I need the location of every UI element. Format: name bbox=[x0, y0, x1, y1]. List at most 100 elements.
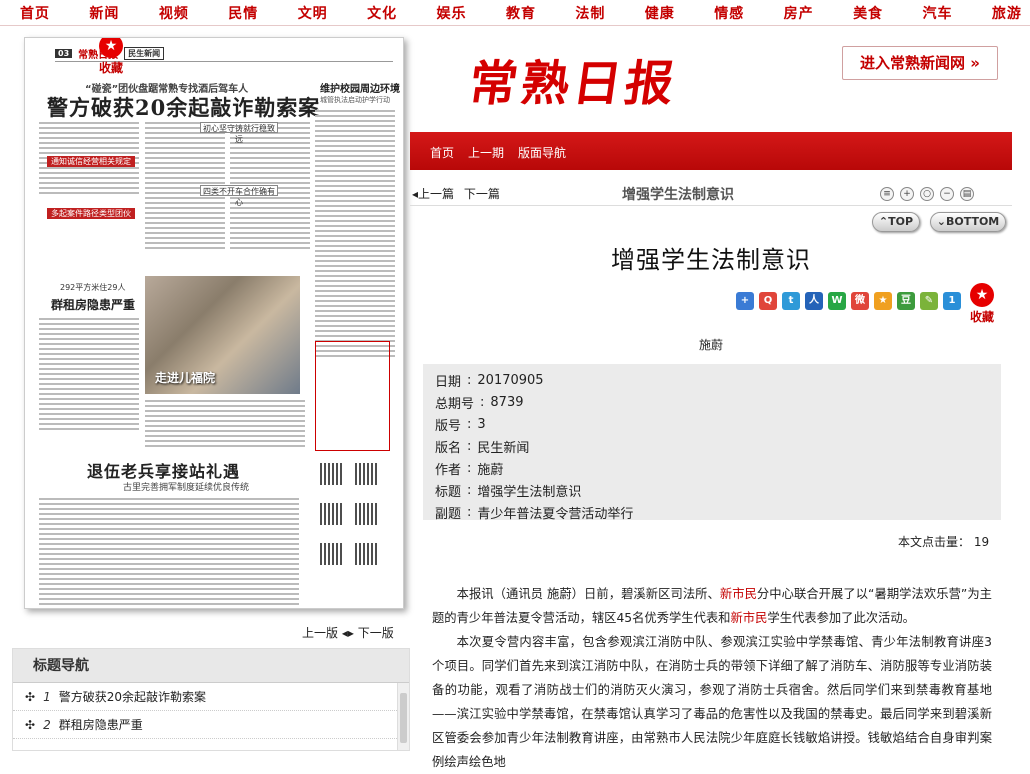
paper-favorite-button[interactable]: ★ 收藏 bbox=[89, 38, 133, 76]
share-feed-icon[interactable]: ✎ bbox=[920, 292, 938, 310]
paragraph-text: 本报讯（通讯员 施蔚）日前，碧溪新区司法所、 bbox=[456, 587, 720, 601]
share-qzone-icon[interactable]: Q bbox=[759, 292, 777, 310]
site-logo[interactable]: 常熟日报 bbox=[465, 44, 683, 114]
share-star-icon[interactable]: ★ bbox=[874, 292, 892, 310]
paper-text-block bbox=[145, 400, 305, 450]
topic-title[interactable]: 警方破获20余起敲诈勒索案 bbox=[59, 683, 206, 711]
share-wechat-icon[interactable]: W bbox=[828, 292, 846, 310]
share-more-icon[interactable]: + bbox=[736, 292, 754, 310]
meta-row: 日期:20170905 bbox=[435, 372, 544, 390]
article-paragraph: 本次夏令营内容丰富，包含参观滨江消防中队、参观滨江实验中学禁毒馆、青少年法制教育… bbox=[432, 635, 992, 769]
paper-photo[interactable]: 走进儿福院 bbox=[145, 276, 300, 394]
meta-value: 民生新闻 bbox=[477, 440, 530, 456]
scroll-top-button[interactable]: ⌃TOP bbox=[872, 212, 920, 232]
article-favorite-button[interactable]: ★ 收藏 bbox=[960, 283, 1004, 325]
paper-page-number: 03 bbox=[55, 49, 73, 58]
top-nav: 首页 新闻 视频 民情 文明 文化 娱乐 教育 法制 健康 情感 房产 美食 汽… bbox=[0, 0, 1030, 26]
top-nav-entertainment[interactable]: 娱乐 bbox=[437, 3, 467, 23]
newspaper-page-image[interactable]: 03 常熟日报 民生新闻 ★ 收藏 “碰瓷”团伙盘踞常熟专找酒后驾车人 警方破获… bbox=[24, 37, 404, 609]
topic-item[interactable]: ✣ 2 群租房隐患严重 bbox=[13, 711, 409, 739]
top-nav-home[interactable]: 首页 bbox=[20, 3, 50, 23]
meta-key: 总期号 bbox=[435, 396, 475, 412]
photo-caption: 走进儿福院 bbox=[155, 371, 216, 385]
meta-value: 20170905 bbox=[477, 372, 544, 388]
topic-item[interactable]: ✣ 1 警方破获20余起敲诈勒索案 bbox=[13, 683, 409, 711]
qr-code-icon bbox=[355, 503, 377, 525]
meta-key: 标题 bbox=[435, 484, 462, 500]
paper-right-sub: 城管执法启动护学行动 bbox=[320, 96, 390, 104]
meta-key: 版号 bbox=[435, 418, 462, 434]
top-nav-people[interactable]: 民情 bbox=[228, 3, 258, 23]
paper-right-column: 维护校园周边环境 城管执法启动护学行动 bbox=[320, 80, 400, 105]
top-nav-food[interactable]: 美食 bbox=[853, 3, 883, 23]
bullet-icon: ✣ bbox=[25, 689, 36, 704]
paper-text-block bbox=[315, 110, 395, 360]
article-breadcrumb: 增强学生法制意识 bbox=[622, 186, 734, 203]
favorite-label: 收藏 bbox=[969, 310, 994, 324]
red-nav-home[interactable]: 首页 bbox=[430, 144, 454, 161]
red-nav-prev-issue[interactable]: 上一期 bbox=[468, 144, 504, 161]
paper-side-title[interactable]: 群租房隐患严重 bbox=[51, 296, 135, 313]
article-toolbar: ◂上一篇 下一篇 增强学生法制意识 ≡ + ○ − ▤ bbox=[410, 182, 1012, 206]
share-douban-icon[interactable]: 豆 bbox=[897, 292, 915, 310]
red-nav-bar: 首页 上一期 版面导航 bbox=[410, 132, 1012, 170]
top-nav-health[interactable]: 健康 bbox=[645, 3, 675, 23]
meta-row: 版号:3 bbox=[435, 416, 486, 434]
top-nav-news[interactable]: 新闻 bbox=[89, 3, 119, 23]
topic-navigation: 标题导航 ✣ 1 警方破获20余起敲诈勒索案 ✣ 2 群租房隐患严重 bbox=[12, 648, 410, 751]
share-tencent-icon[interactable]: t bbox=[782, 292, 800, 310]
meta-value: 青少年普法夏令营活动举行 bbox=[477, 506, 634, 522]
top-nav-law[interactable]: 法制 bbox=[575, 3, 605, 23]
paper-subtitle-2: 古里完善拥军制度延续优良传统 bbox=[123, 483, 250, 493]
top-nav-auto[interactable]: 汽车 bbox=[922, 3, 952, 23]
top-label: TOP bbox=[888, 215, 914, 228]
star-icon: ★ bbox=[99, 38, 123, 58]
top-nav-travel[interactable]: 旅游 bbox=[992, 3, 1022, 23]
paper-text-block bbox=[39, 318, 139, 433]
paper-side-kicker: 292平方米住29人 bbox=[60, 283, 126, 292]
paper-section-bar: 通知诚信经营相关规定 bbox=[47, 156, 135, 167]
top-nav-video[interactable]: 视频 bbox=[159, 3, 189, 23]
next-page-link[interactable]: 下一版 bbox=[358, 626, 394, 640]
share-weibo-icon[interactable]: 微 bbox=[851, 292, 869, 310]
share-renren-icon[interactable]: 人 bbox=[805, 292, 823, 310]
zoom-in-icon[interactable]: + bbox=[900, 186, 914, 201]
meta-row: 副题: 青少年普法夏令营活动举行 bbox=[435, 504, 634, 522]
meta-key: 版名 bbox=[435, 440, 462, 456]
keyword-link[interactable]: 新市民 bbox=[720, 587, 757, 601]
top-nav-emotion[interactable]: 情感 bbox=[714, 3, 744, 23]
prev-page-link[interactable]: 上一版 bbox=[302, 626, 338, 640]
top-nav-property[interactable]: 房产 bbox=[784, 3, 814, 23]
meta-key: 日期 bbox=[435, 374, 462, 390]
article-author: 施蔚 bbox=[698, 338, 723, 352]
share-copy-icon[interactable]: 1 bbox=[943, 292, 961, 310]
paper-right-title[interactable]: 维护校园周边环境 bbox=[320, 80, 400, 95]
next-arrow-icon[interactable]: ▸ bbox=[348, 626, 354, 640]
top-nav-culture[interactable]: 文化 bbox=[367, 3, 397, 23]
qr-code-icon bbox=[355, 463, 377, 485]
top-nav-civilization[interactable]: 文明 bbox=[298, 3, 328, 23]
zoom-out-icon[interactable]: − bbox=[940, 186, 954, 201]
top-nav-education[interactable]: 教育 bbox=[506, 3, 536, 23]
meta-value: 8739 bbox=[490, 394, 524, 410]
paper-headline[interactable]: 警方破获20余起敲诈勒索案 bbox=[47, 92, 320, 122]
qr-code-icon bbox=[320, 543, 342, 565]
paper-headline-2[interactable]: 退伍老兵享接站礼遇 bbox=[87, 458, 240, 482]
print-icon[interactable]: ▤ bbox=[960, 186, 974, 201]
enter-news-site-button[interactable]: 进入常熟新闻网 » bbox=[842, 46, 998, 80]
list-icon[interactable]: ≡ bbox=[880, 186, 894, 201]
article-paragraph: 本报讯（通讯员 施蔚）日前，碧溪新区司法所、新市民分中心联合开展了以“暑期学法欢… bbox=[432, 582, 992, 630]
topics-scrollbar[interactable] bbox=[397, 683, 409, 750]
keyword-link[interactable]: 新市民 bbox=[730, 611, 767, 625]
prev-article-link[interactable]: ◂上一篇 bbox=[412, 187, 454, 201]
scrollbar-thumb[interactable] bbox=[400, 693, 407, 743]
paper-section-bar: 多起案件路径类型团伙 bbox=[47, 208, 135, 219]
paper-section-bar: 四类不开车合作确有心 bbox=[200, 185, 278, 207]
meta-key: 副题 bbox=[435, 506, 462, 522]
red-nav-layout[interactable]: 版面导航 bbox=[518, 144, 566, 161]
topic-title[interactable]: 群租房隐患严重 bbox=[59, 711, 143, 739]
current-article-highlight[interactable] bbox=[315, 341, 390, 451]
next-article-link[interactable]: 下一篇 bbox=[464, 187, 500, 201]
zoom-reset-icon[interactable]: ○ bbox=[920, 186, 934, 201]
scroll-bottom-button[interactable]: ⌄BOTTOM bbox=[930, 212, 1006, 232]
